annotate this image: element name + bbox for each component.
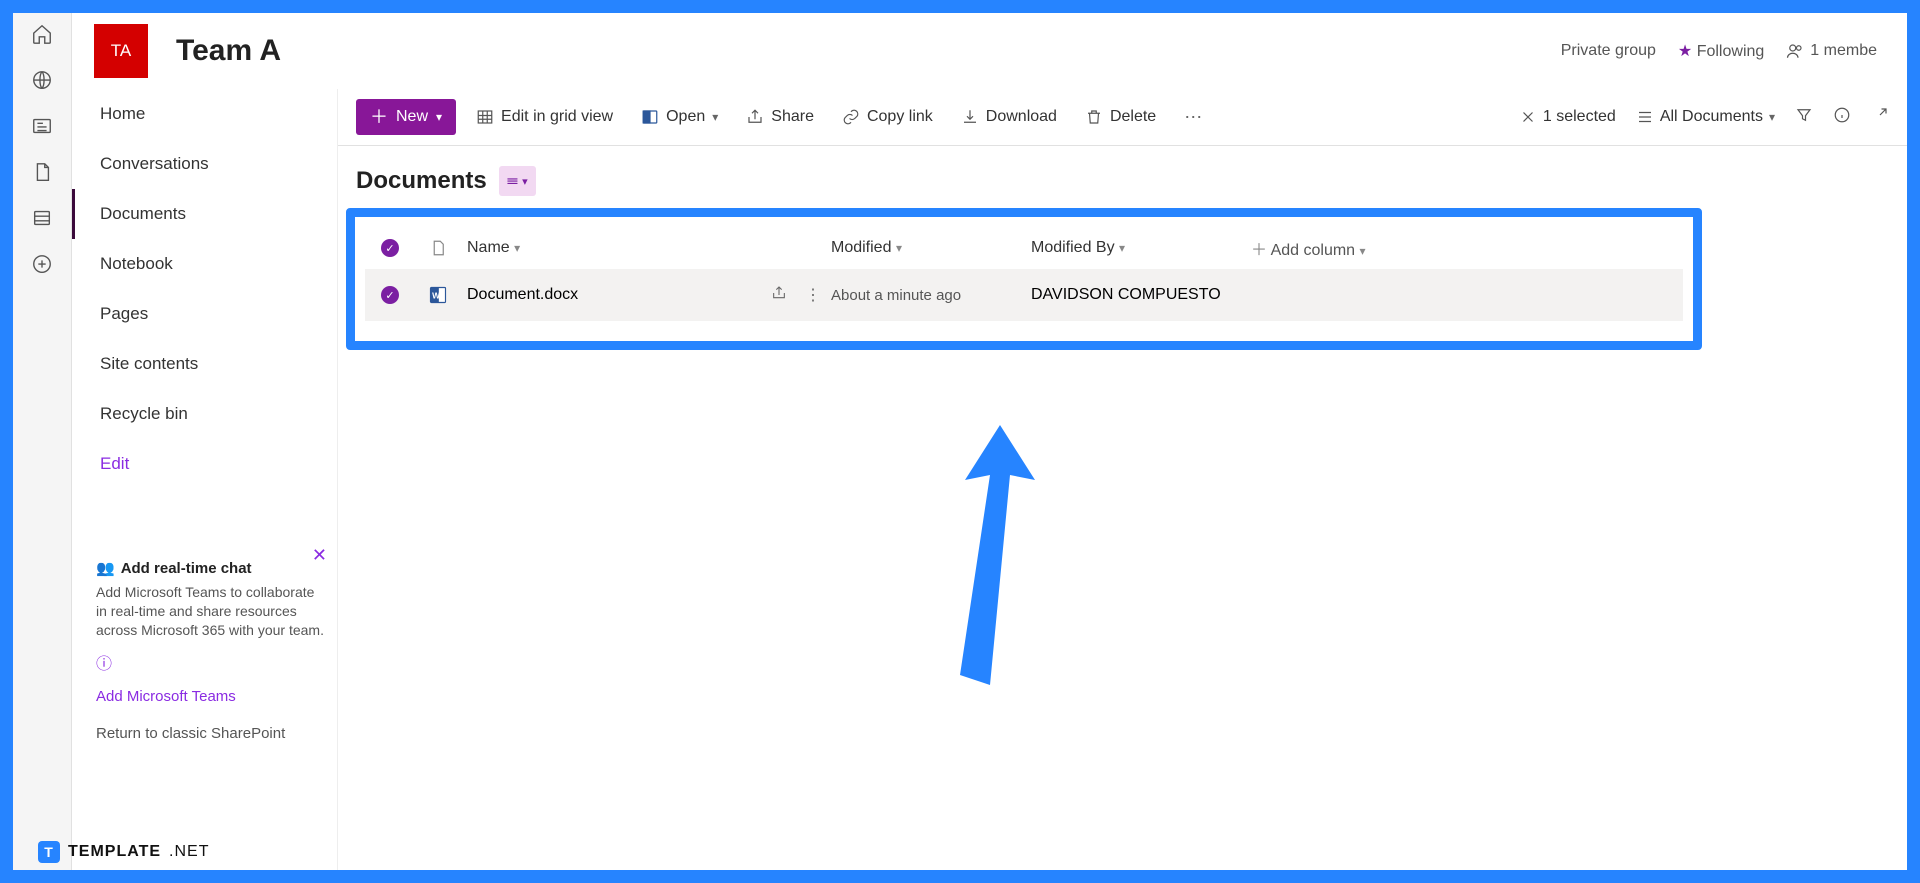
teams-promo-desc: Add Microsoft Teams to collaborate in re… — [96, 583, 327, 640]
chevron-down-icon: ▾ — [1119, 241, 1125, 255]
teams-promo-card: ✕ 👥Add real-time chat Add Microsoft Team… — [96, 559, 327, 705]
privacy-label: Private group — [1561, 42, 1656, 60]
watermark: T TEMPLATE.NET — [38, 841, 209, 863]
chevron-down-icon: ▾ — [514, 241, 520, 255]
add-column-button[interactable]: ＋ Add column ▾ — [1251, 236, 1431, 260]
filter-icon[interactable] — [1795, 106, 1813, 129]
chevron-down-icon: ▾ — [1769, 110, 1775, 124]
file-icon[interactable] — [31, 161, 53, 183]
command-bar: ＋New▾ Edit in grid view Open ▾ Share Cop… — [338, 89, 1907, 146]
chevron-down-icon: ▾ — [896, 241, 902, 255]
col-modified-header[interactable]: Modified ▾ — [831, 239, 1031, 257]
teams-icon: 👥 — [96, 559, 115, 577]
left-nav: Home Conversations Documents Notebook Pa… — [72, 89, 338, 870]
following-button[interactable]: ★ Following — [1678, 41, 1764, 61]
library-title: Documents — [356, 167, 487, 195]
word-file-icon: W — [415, 285, 461, 305]
close-icon[interactable]: ✕ — [312, 545, 327, 566]
chevron-down-icon: ▾ — [1360, 244, 1366, 258]
copy-link-button[interactable]: Copy link — [834, 108, 941, 126]
nav-edit[interactable]: Edit — [72, 439, 337, 489]
classic-link[interactable]: Return to classic SharePoint — [96, 725, 337, 742]
site-header: TA Team A Private group ★ Following 1 me… — [72, 13, 1907, 89]
home-icon[interactable] — [31, 23, 53, 45]
nav-item-home[interactable]: Home — [72, 89, 337, 139]
table-header: ✓ Name ▾ Modified ▾ Modified By ▾ ＋ Add … — [365, 227, 1683, 269]
info-pane-icon[interactable] — [1833, 106, 1851, 129]
news-icon[interactable] — [31, 115, 53, 137]
modified-by-cell: DAVIDSON COMPUESTO — [1031, 286, 1251, 304]
nav-item-recycle-bin[interactable]: Recycle bin — [72, 389, 337, 439]
delete-button[interactable]: Delete — [1077, 108, 1164, 126]
open-button[interactable]: Open ▾ — [633, 108, 726, 126]
expand-icon[interactable] — [1871, 106, 1889, 129]
chevron-down-icon: ▾ — [436, 110, 442, 124]
col-name-header[interactable]: Name ▾ — [461, 239, 831, 257]
library-indicator[interactable]: 𝍢▾ — [499, 166, 536, 196]
members-button[interactable]: 1 membe — [1786, 42, 1877, 60]
share-icon[interactable] — [771, 285, 787, 306]
plus-circle-icon[interactable] — [31, 253, 53, 275]
add-teams-link[interactable]: Add Microsoft Teams — [96, 688, 327, 705]
new-button[interactable]: ＋New▾ — [356, 99, 456, 135]
file-name[interactable]: Document.docx — [467, 286, 578, 304]
nav-item-pages[interactable]: Pages — [72, 289, 337, 339]
col-modified-by-header[interactable]: Modified By ▾ — [1031, 239, 1251, 257]
row-checkbox[interactable]: ✓ — [381, 286, 399, 304]
list-icon[interactable] — [31, 207, 53, 229]
nav-item-documents[interactable]: Documents — [72, 189, 337, 239]
site-title: Team A — [176, 34, 281, 68]
chevron-down-icon: ▾ — [522, 175, 528, 188]
edit-grid-button[interactable]: Edit in grid view — [468, 108, 621, 126]
app-rail — [13, 13, 72, 870]
table-row[interactable]: ✓ W Document.docx ⋮ About a minute ago D… — [365, 269, 1683, 321]
watermark-icon: T — [38, 841, 60, 863]
nav-item-notebook[interactable]: Notebook — [72, 239, 337, 289]
view-selector[interactable]: All Documents ▾ — [1636, 108, 1775, 126]
svg-text:W: W — [432, 290, 440, 300]
nav-item-site-contents[interactable]: Site contents — [72, 339, 337, 389]
more-icon[interactable]: ⋮ — [805, 285, 821, 306]
site-logo[interactable]: TA — [94, 24, 148, 78]
share-button[interactable]: Share — [738, 108, 822, 126]
star-icon: ★ — [1678, 43, 1692, 60]
info-icon[interactable]: ⓘ — [96, 650, 327, 674]
modified-cell: About a minute ago — [831, 287, 1031, 304]
select-all-checkbox[interactable]: ✓ — [381, 239, 399, 257]
selection-count[interactable]: 1 selected — [1519, 108, 1616, 126]
nav-item-conversations[interactable]: Conversations — [72, 139, 337, 189]
chevron-down-icon: ▾ — [712, 110, 718, 124]
globe-icon[interactable] — [31, 69, 53, 91]
library-icon: 𝍢 — [507, 169, 518, 193]
highlight-box: ✓ Name ▾ Modified ▾ Modified By ▾ ＋ Add … — [346, 208, 1702, 350]
download-button[interactable]: Download — [953, 108, 1065, 126]
more-actions-button[interactable]: ⋯ — [1176, 107, 1210, 128]
